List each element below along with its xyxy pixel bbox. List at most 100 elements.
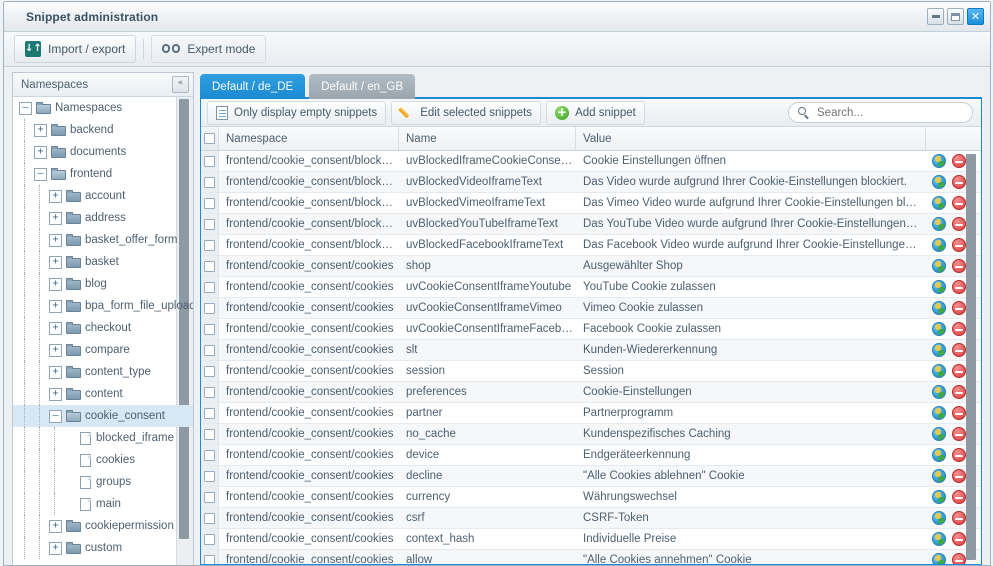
- globe-icon[interactable]: [932, 511, 946, 525]
- globe-icon[interactable]: [932, 238, 946, 252]
- expand-toggle-icon[interactable]: +: [49, 387, 62, 401]
- delete-icon[interactable]: [952, 448, 966, 462]
- globe-icon[interactable]: [932, 175, 946, 189]
- delete-icon[interactable]: [952, 385, 966, 399]
- search-input[interactable]: [815, 105, 969, 120]
- tree-node-cookie-consent[interactable]: – cookie_consent: [13, 405, 193, 427]
- tree-node-checkout[interactable]: + checkout: [13, 317, 193, 339]
- delete-icon[interactable]: [952, 280, 966, 294]
- tree-node-Namespaces[interactable]: – Namespaces: [13, 97, 193, 119]
- row-select-cell[interactable]: [201, 550, 219, 564]
- table-row[interactable]: frontend/cookie_consent/cookies partner Pa…: [201, 403, 981, 424]
- row-select-cell[interactable]: [201, 361, 219, 381]
- globe-icon[interactable]: [932, 553, 946, 564]
- row-select-cell[interactable]: [201, 151, 219, 171]
- table-row[interactable]: frontend/cookie_consent/cookies preferenc…: [201, 382, 981, 403]
- globe-icon[interactable]: [932, 280, 946, 294]
- row-select-cell[interactable]: [201, 277, 219, 297]
- delete-icon[interactable]: [952, 469, 966, 483]
- delete-icon[interactable]: [952, 217, 966, 231]
- add-snippet-button[interactable]: + Add snippet: [546, 100, 645, 125]
- row-select-cell[interactable]: [201, 235, 219, 255]
- delete-icon[interactable]: [952, 238, 966, 252]
- tree-node-account[interactable]: + account: [13, 185, 193, 207]
- globe-icon[interactable]: [932, 154, 946, 168]
- row-select-cell[interactable]: [201, 214, 219, 234]
- tree-node-content[interactable]: + content: [13, 383, 193, 405]
- table-row[interactable]: frontend/cookie_consent/cookies shop Ausge…: [201, 256, 981, 277]
- tree-node-blog[interactable]: + blog: [13, 273, 193, 295]
- globe-icon[interactable]: [932, 301, 946, 315]
- delete-icon[interactable]: [952, 364, 966, 378]
- expand-toggle-icon[interactable]: +: [49, 365, 62, 379]
- tree-node-compare[interactable]: + compare: [13, 339, 193, 361]
- row-checkbox[interactable]: [204, 554, 215, 564]
- tab-default-de-de[interactable]: Default / de_DE: [200, 74, 306, 99]
- tree-node-blocked-iframe[interactable]: blocked_iframe: [13, 427, 193, 449]
- globe-icon[interactable]: [932, 469, 946, 483]
- globe-icon[interactable]: [932, 364, 946, 378]
- delete-icon[interactable]: [952, 343, 966, 357]
- delete-icon[interactable]: [952, 406, 966, 420]
- delete-icon[interactable]: [952, 511, 966, 525]
- row-checkbox[interactable]: [204, 470, 215, 482]
- globe-icon[interactable]: [932, 343, 946, 357]
- table-row[interactable]: frontend/cookie_consent/block… uvBlockedV…: [201, 193, 981, 214]
- row-checkbox[interactable]: [204, 323, 215, 335]
- row-select-cell[interactable]: [201, 424, 219, 444]
- globe-icon[interactable]: [932, 322, 946, 336]
- globe-icon[interactable]: [932, 259, 946, 273]
- select-all-checkbox[interactable]: [204, 133, 215, 144]
- collapse-toggle-icon[interactable]: –: [19, 101, 32, 115]
- globe-icon[interactable]: [932, 490, 946, 504]
- table-row[interactable]: frontend/cookie_consent/cookies uvCookieC…: [201, 277, 981, 298]
- table-row[interactable]: frontend/cookie_consent/cookies allow "All…: [201, 550, 981, 564]
- row-select-cell[interactable]: [201, 382, 219, 402]
- column-header-name[interactable]: Name: [399, 127, 576, 150]
- row-select-cell[interactable]: [201, 403, 219, 423]
- delete-icon[interactable]: [952, 427, 966, 441]
- row-select-cell[interactable]: [201, 172, 219, 192]
- column-header-value[interactable]: Value: [576, 127, 926, 150]
- table-row[interactable]: frontend/cookie_consent/block… uvBlockedF…: [201, 235, 981, 256]
- expert-mode-button[interactable]: Expert mode: [151, 35, 267, 63]
- table-row[interactable]: frontend/cookie_consent/cookies uvCookieC…: [201, 298, 981, 319]
- row-checkbox[interactable]: [204, 428, 215, 440]
- row-checkbox[interactable]: [204, 155, 215, 167]
- minimize-button[interactable]: [927, 8, 944, 25]
- row-checkbox[interactable]: [204, 512, 215, 524]
- row-select-cell[interactable]: [201, 529, 219, 549]
- row-select-cell[interactable]: [201, 256, 219, 276]
- delete-icon[interactable]: [952, 490, 966, 504]
- tree-node-content-type[interactable]: + content_type: [13, 361, 193, 383]
- expand-toggle-icon[interactable]: +: [49, 189, 62, 203]
- expand-toggle-icon[interactable]: +: [49, 519, 62, 533]
- expand-toggle-icon[interactable]: +: [34, 123, 47, 137]
- tree-node-cookiepermission[interactable]: + cookiepermission: [13, 515, 193, 537]
- grid-scrollbar-thumb[interactable]: [966, 154, 976, 560]
- tree-node-bpa-form-file-upload[interactable]: + bpa_form_file_upload: [13, 295, 193, 317]
- row-checkbox[interactable]: [204, 281, 215, 293]
- table-row[interactable]: frontend/cookie_consent/cookies slt Kunden…: [201, 340, 981, 361]
- table-row[interactable]: frontend/cookie_consent/block… uvBlockedV…: [201, 172, 981, 193]
- expand-toggle-icon[interactable]: +: [49, 277, 62, 291]
- globe-icon[interactable]: [932, 532, 946, 546]
- edit-selected-snippets-button[interactable]: Edit selected snippets: [391, 100, 542, 125]
- globe-icon[interactable]: [932, 385, 946, 399]
- delete-icon[interactable]: [952, 154, 966, 168]
- row-select-cell[interactable]: [201, 319, 219, 339]
- row-select-cell[interactable]: [201, 193, 219, 213]
- tree-node-backend[interactable]: + backend: [13, 119, 193, 141]
- expand-toggle-icon[interactable]: +: [34, 145, 47, 159]
- tree-node-basket-offer-form[interactable]: + basket_offer_form: [13, 229, 193, 251]
- row-select-cell[interactable]: [201, 466, 219, 486]
- expand-toggle-icon[interactable]: +: [49, 321, 62, 335]
- table-row[interactable]: frontend/cookie_consent/cookies uvCookieC…: [201, 319, 981, 340]
- row-checkbox[interactable]: [204, 407, 215, 419]
- row-select-cell[interactable]: [201, 445, 219, 465]
- row-checkbox[interactable]: [204, 197, 215, 209]
- tree-node-cookies[interactable]: cookies: [13, 449, 193, 471]
- import-export-button[interactable]: ↓↑ Import / export: [14, 35, 137, 63]
- expand-toggle-icon[interactable]: +: [49, 299, 62, 313]
- row-checkbox[interactable]: [204, 260, 215, 272]
